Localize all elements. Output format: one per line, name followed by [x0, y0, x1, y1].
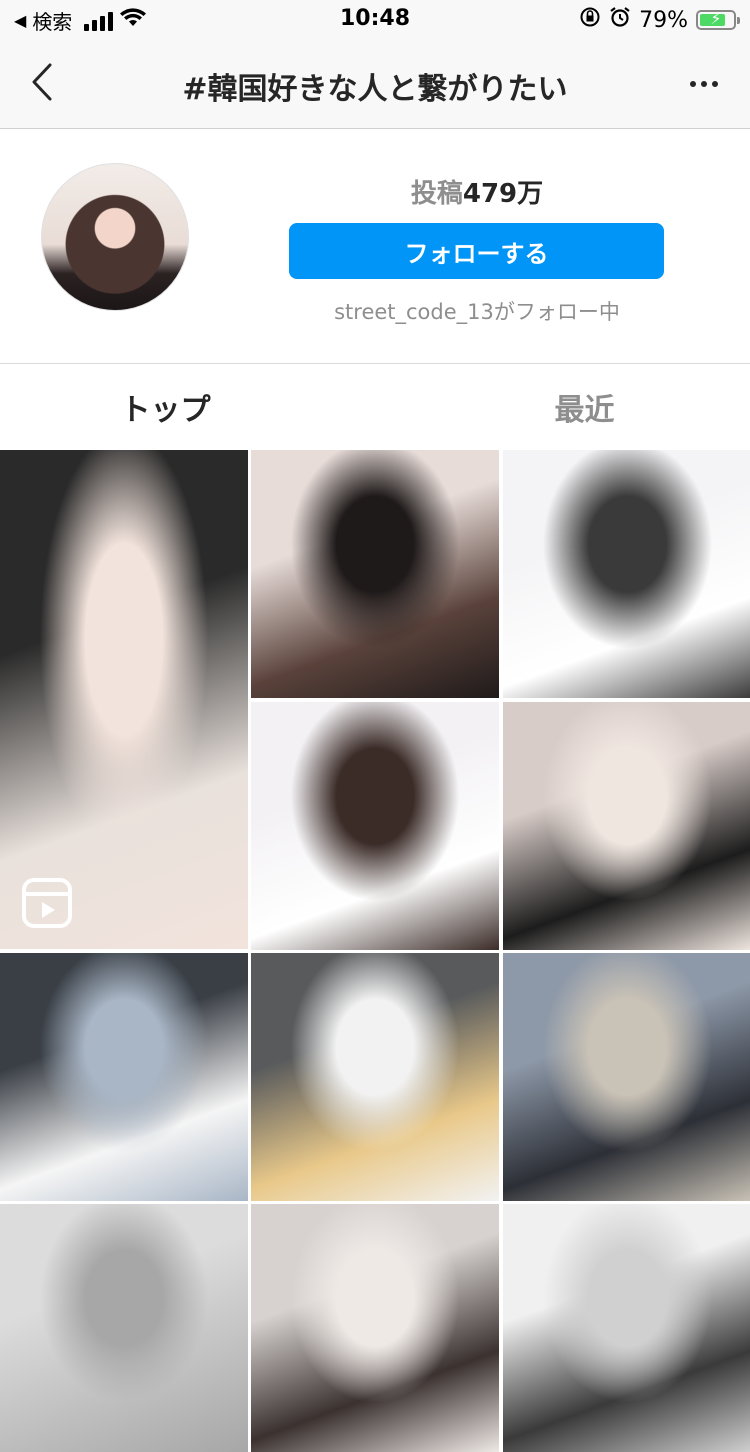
orientation-lock-icon [579, 6, 601, 34]
post-count-value: 479万 [462, 179, 544, 209]
tab-recent[interactable]: 最近 [375, 364, 750, 450]
back-button[interactable] [22, 58, 62, 106]
reels-icon [22, 878, 72, 928]
followed-by-text: street_code_13がフォロー中 [334, 300, 620, 324]
post-two-girls-uniform[interactable] [503, 450, 750, 698]
post-partial-1[interactable] [0, 1204, 248, 1452]
post-girl-selfie[interactable] [251, 450, 499, 698]
post-two-girls-white[interactable] [251, 702, 499, 950]
post-partial-2[interactable] [251, 1204, 499, 1452]
post-boy-portrait[interactable] [0, 450, 248, 949]
battery-icon: ⚡ [696, 9, 740, 30]
status-bar: ◀ 検索 10:48 79% ⚡ [0, 0, 750, 40]
post-tabs: トップ 最近 [0, 364, 750, 450]
tab-recent-label: 最近 [554, 393, 615, 428]
post-count: 投稿479万 [290, 173, 664, 210]
page-title: #韓国好きな人と繋がりたい [182, 72, 568, 107]
battery-percent: 79% [639, 7, 688, 33]
post-partial-3[interactable] [503, 1204, 750, 1452]
follow-button[interactable]: フォローする [289, 223, 664, 279]
post-boy-sitting[interactable] [0, 953, 248, 1201]
more-options-button[interactable] [680, 62, 728, 106]
hashtag-header: #韓国好きな人と繋がりたい [0, 40, 750, 129]
post-grid [0, 450, 750, 1452]
post-friends-hands[interactable] [503, 702, 750, 950]
tab-top[interactable]: トップ [0, 364, 375, 450]
post-blonde-girl-car[interactable] [251, 953, 499, 1201]
alarm-icon [609, 6, 631, 34]
more-horizontal-icon [690, 81, 696, 87]
post-girls-beach[interactable] [503, 953, 750, 1201]
post-count-label: 投稿 [410, 179, 463, 209]
tab-top-label: トップ [120, 393, 211, 428]
hashtag-avatar [41, 163, 189, 311]
chevron-left-icon [32, 63, 52, 101]
hashtag-summary: 投稿479万 フォローする street_code_13がフォロー中 [0, 129, 750, 364]
